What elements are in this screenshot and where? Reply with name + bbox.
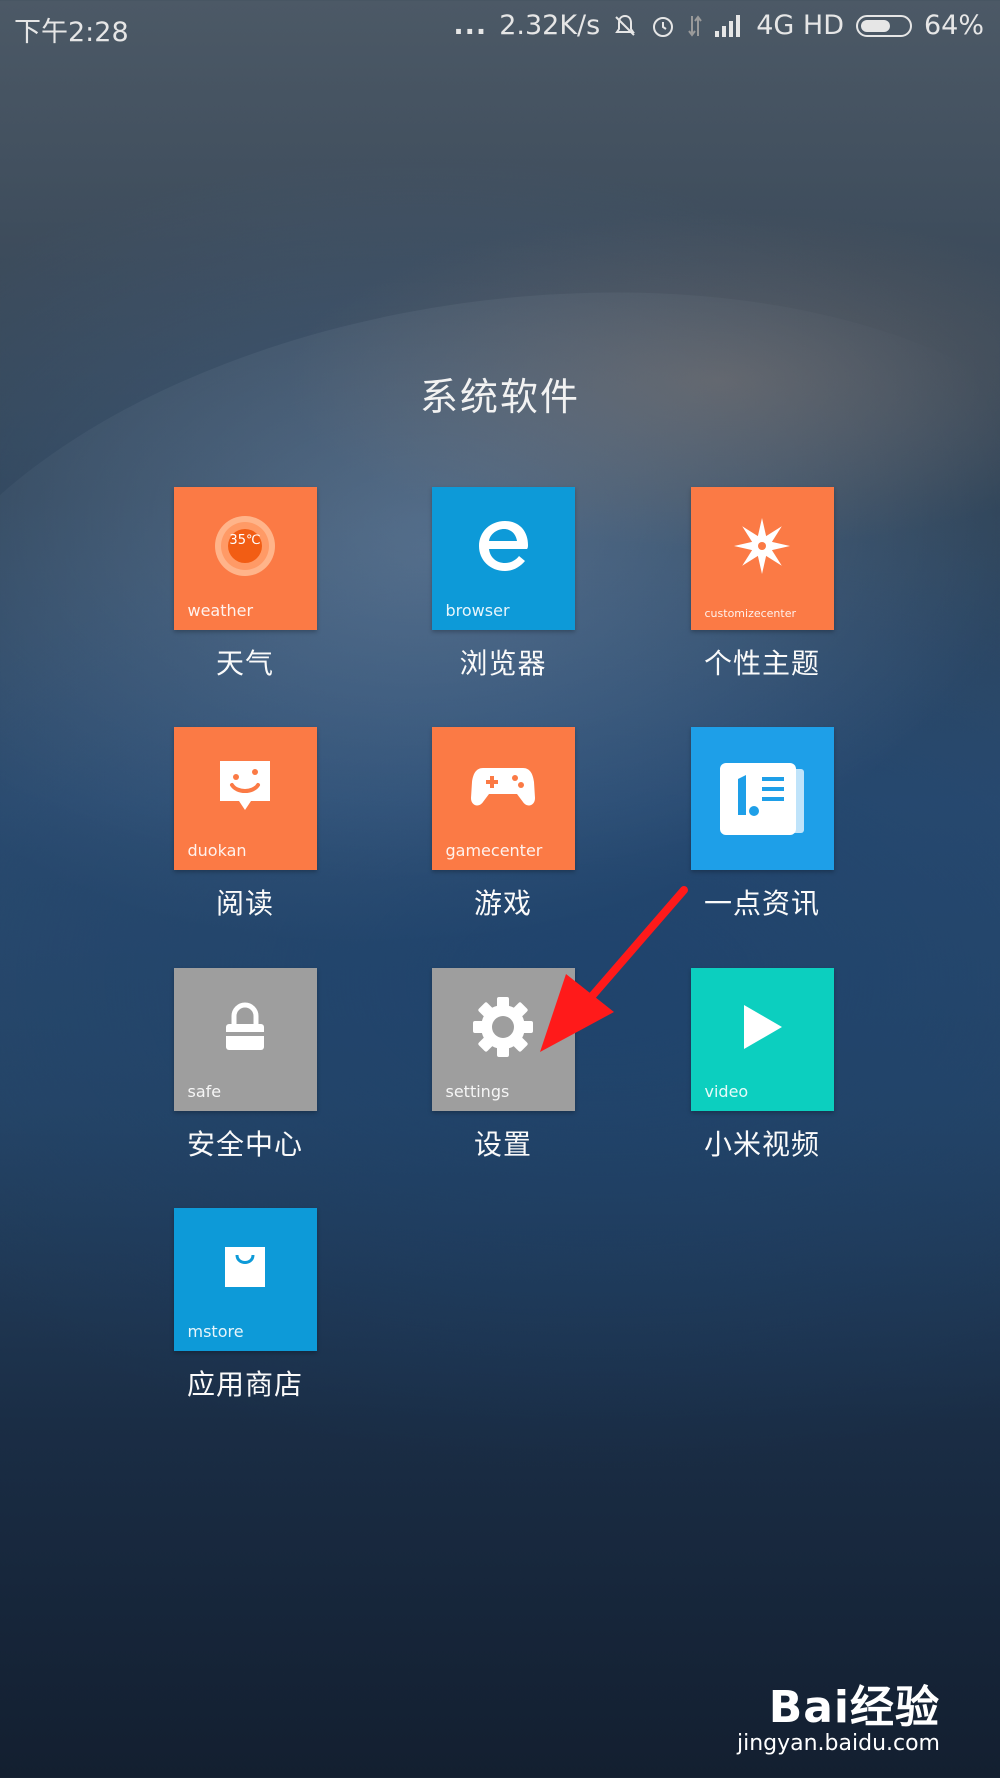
baidu-jingyan-watermark: Bai经验 jingyan.baidu.com (737, 1671, 940, 1756)
annotation-arrow (540, 886, 688, 1052)
watermark-logo: Bai经验 (768, 1682, 940, 1733)
watermark-url: jingyan.baidu.com (736, 1731, 940, 1756)
